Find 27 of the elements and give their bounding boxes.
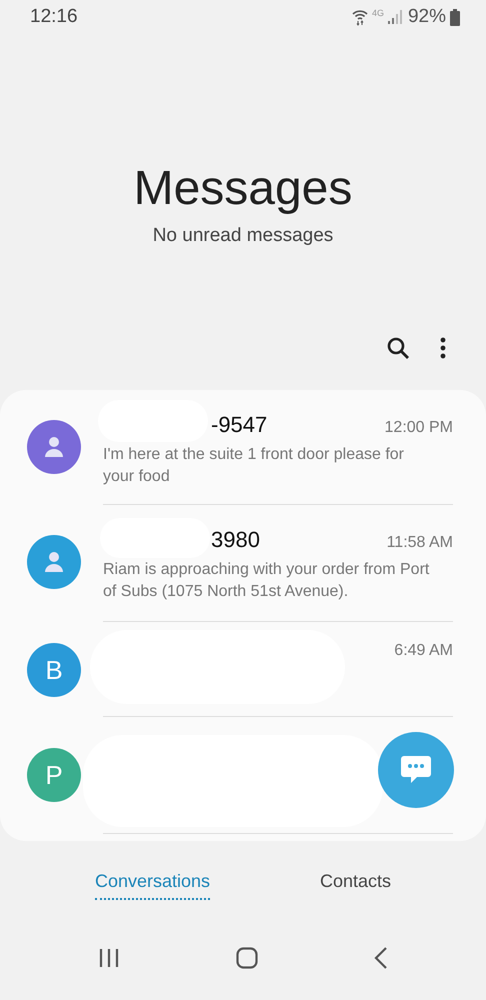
battery-percent: 92% — [408, 6, 446, 28]
status-time: 12:16 — [30, 6, 78, 28]
back-icon[interactable] — [374, 947, 388, 969]
person-icon — [44, 436, 64, 458]
message-time: 12:00 PM — [384, 419, 453, 437]
wifi-icon — [352, 8, 368, 26]
signal-icon — [388, 10, 402, 24]
message-time: 11:58 AM — [386, 534, 453, 552]
tab[interactable]: Contacts — [320, 871, 392, 900]
unread-status: No unread messages — [152, 225, 334, 247]
recent-apps-icon[interactable] — [98, 948, 120, 968]
message-time: 6:49 AM — [394, 642, 453, 660]
network-type: 4G — [372, 8, 384, 18]
message-preview: Riam is approaching with your order from Port of Subs (1075 North 51st Avenue). — [103, 560, 430, 602]
contact-initial: B — [45, 654, 63, 686]
contact-initial: P — [45, 760, 63, 790]
contact-name: 3980 — [211, 527, 260, 553]
search-icon[interactable] — [386, 336, 410, 360]
battery-icon — [450, 8, 460, 26]
app-title: Messages — [134, 161, 352, 217]
person-icon — [44, 551, 64, 573]
contact-name: -9547 — [211, 412, 268, 438]
message-preview: I'm here at the suite 1 front door please for your food — [103, 445, 405, 487]
more-options-icon[interactable] — [440, 337, 446, 359]
chat-bubble-icon — [401, 756, 431, 784]
tab[interactable]: Conversations — [94, 871, 210, 900]
home-icon[interactable] — [236, 947, 258, 969]
